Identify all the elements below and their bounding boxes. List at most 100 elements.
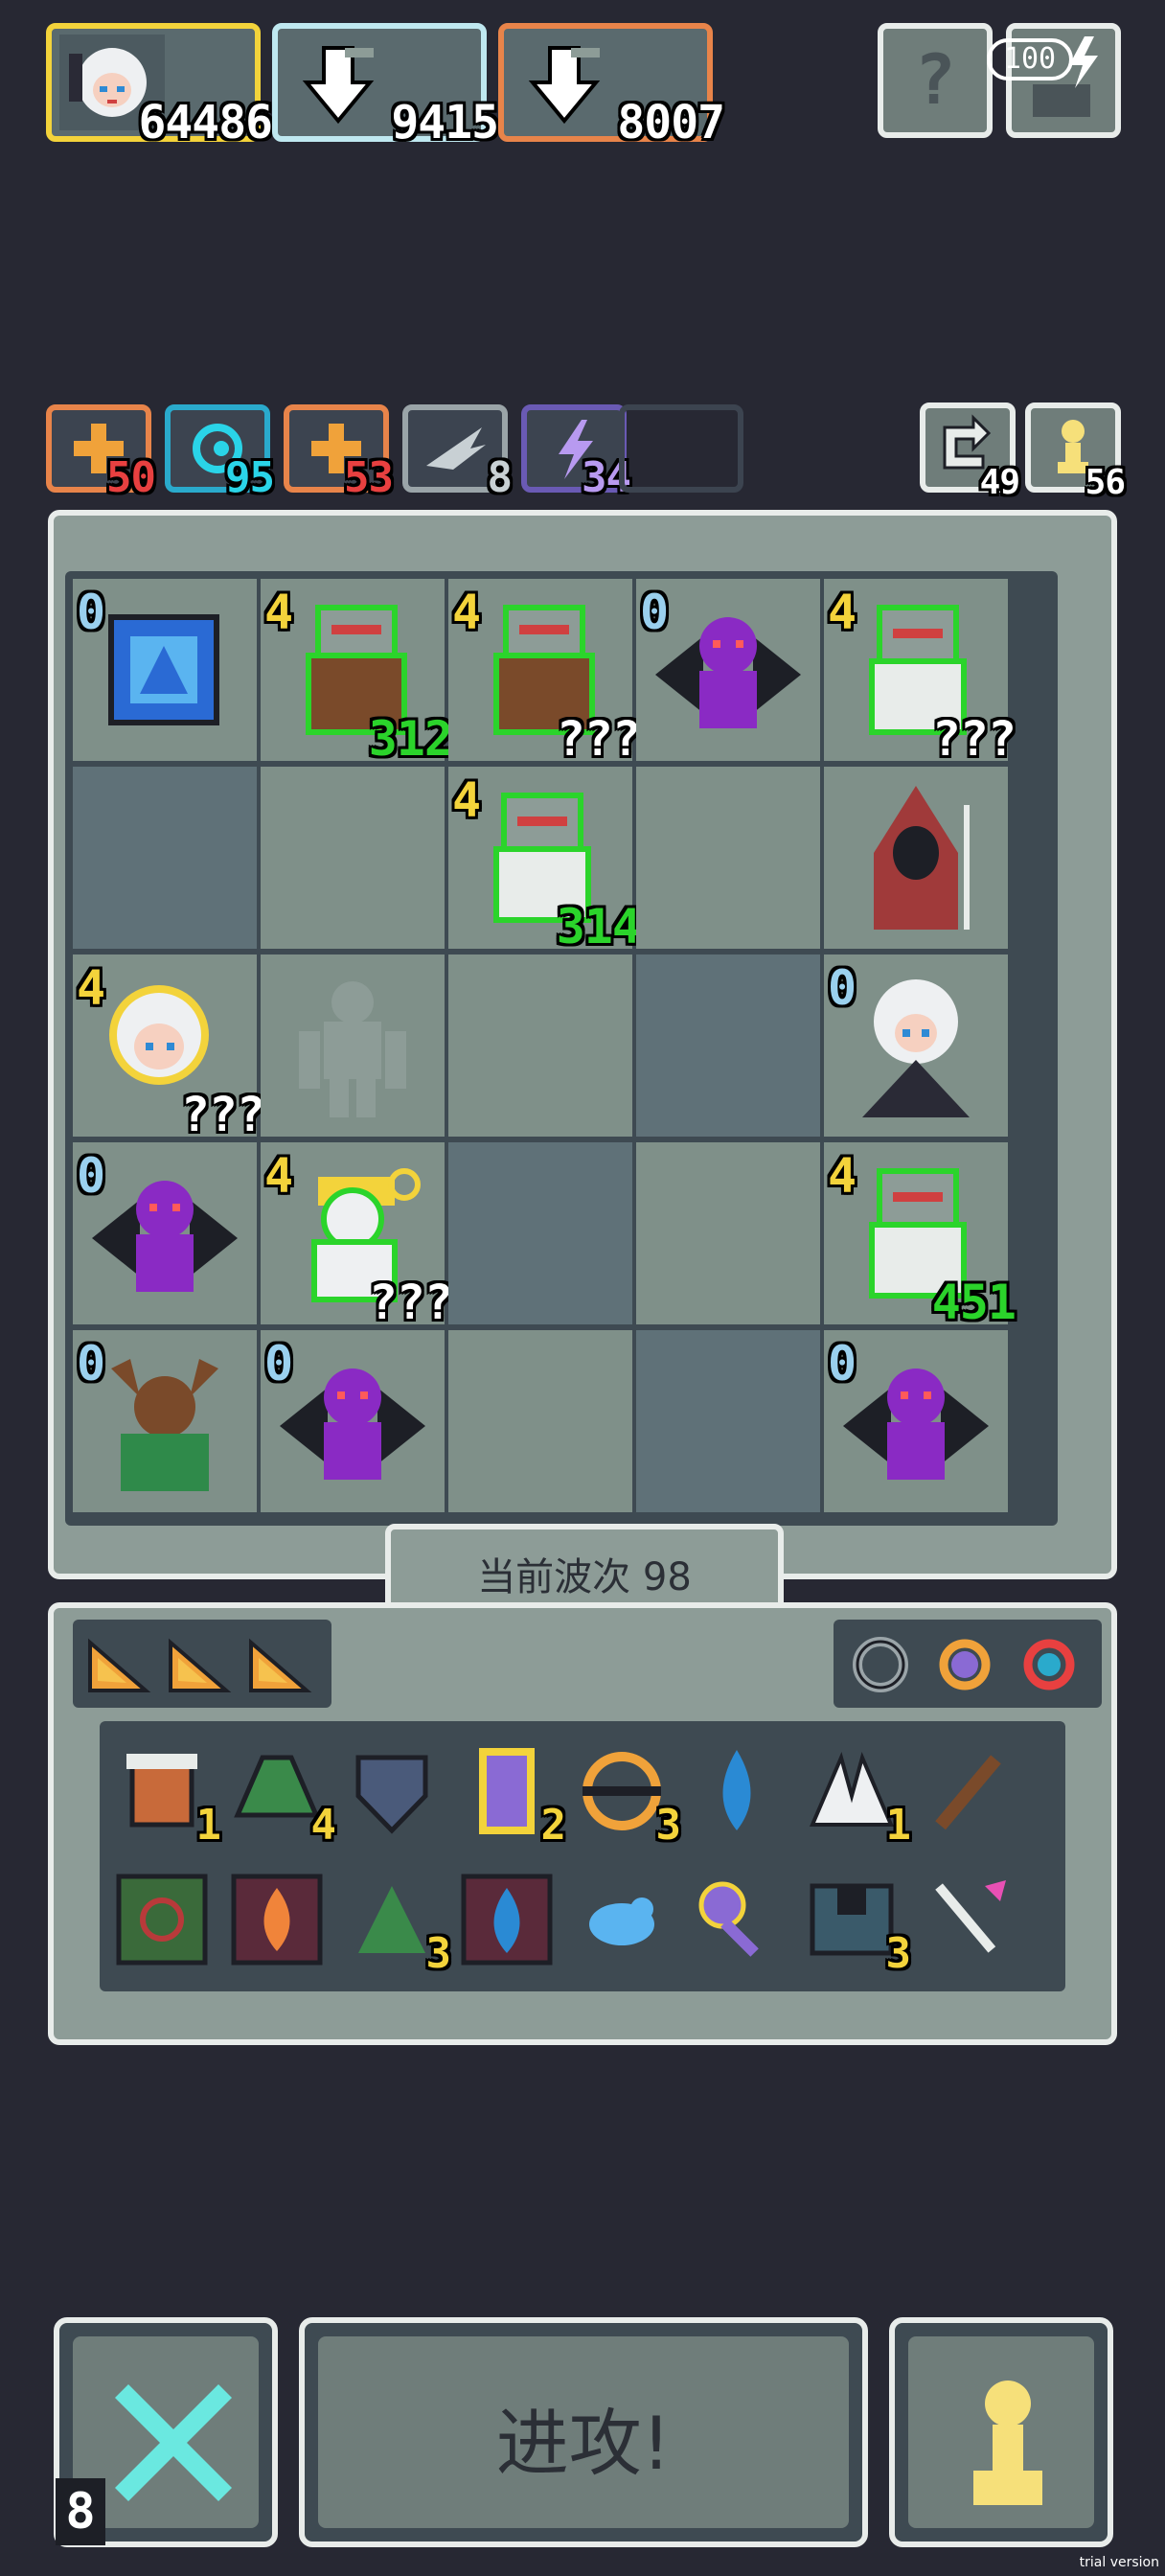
board-grid: 0 4 312 4??? 0 4??? 4 314 4??? 0 0 4??? 4 451 0 0 0 bbox=[65, 571, 1058, 1526]
lifebuoy-icon[interactable] bbox=[1017, 1633, 1081, 1696]
cancel-button[interactable]: 8 bbox=[54, 2317, 278, 2547]
board-cell-horned-beast[interactable]: 0 bbox=[73, 1330, 257, 1512]
water-drop-icon bbox=[722, 1750, 751, 1830]
inventory-item[interactable]: 3 bbox=[569, 1738, 681, 1850]
refresh-button[interactable]: 49 bbox=[920, 402, 1020, 502]
board-cell-empty[interactable] bbox=[636, 1330, 820, 1512]
energy-value: 100 bbox=[1003, 42, 1057, 76]
hero-card-2[interactable]: 9415 bbox=[272, 23, 499, 150]
unit-value: ??? bbox=[931, 711, 1017, 767]
cheese-icon[interactable] bbox=[165, 1633, 232, 1696]
unit-level: 4 bbox=[264, 1148, 293, 1204]
unit-level: 0 bbox=[264, 1336, 293, 1392]
board-cell-purple-dragon[interactable]: 0 bbox=[261, 1330, 445, 1512]
shield-icon bbox=[355, 1755, 428, 1834]
pawn-icon bbox=[973, 2380, 1042, 2505]
hero-card-1[interactable]: 64486 bbox=[46, 23, 273, 150]
board-cell-armored-knight[interactable]: 4 314 bbox=[448, 767, 641, 954]
element-slot[interactable]: 53 bbox=[284, 404, 394, 502]
arrow-icon bbox=[935, 1880, 1006, 1953]
inventory-item[interactable]: 1 bbox=[109, 1738, 221, 1850]
item-count: 3 bbox=[885, 1929, 911, 1978]
pawn-button-inner bbox=[908, 2336, 1094, 2528]
board-cell-empty[interactable] bbox=[636, 954, 820, 1137]
board-cell-purple-dragon[interactable]: 0 bbox=[73, 1142, 257, 1324]
attack-button[interactable]: 进攻! bbox=[299, 2317, 868, 2547]
board-cell-red-hooded-mage[interactable] bbox=[824, 767, 1008, 949]
board-cell-purple-dragon[interactable]: 0 bbox=[636, 579, 820, 761]
inventory-item[interactable] bbox=[569, 1867, 674, 1972]
unit-level: 4 bbox=[452, 585, 481, 640]
hero-card-3[interactable]: 8007 bbox=[498, 23, 725, 150]
element-slot[interactable]: 95 bbox=[165, 404, 275, 502]
pawn-counter[interactable]: 56 bbox=[1025, 402, 1126, 502]
board-cell-blue-crate[interactable]: 0 bbox=[73, 579, 257, 761]
cheese-icon[interactable] bbox=[245, 1633, 312, 1696]
board-cell-shield-knight[interactable]: 4 312 bbox=[261, 579, 453, 767]
red-hooded-mage-sprite bbox=[874, 786, 970, 930]
inventory-grid: 1 4 2 3 1 3 3 bbox=[100, 1721, 1065, 1991]
element-slot[interactable]: 50 bbox=[46, 404, 156, 502]
inventory-item[interactable]: 2 bbox=[454, 1738, 566, 1850]
board-cell-empty[interactable] bbox=[448, 1330, 632, 1512]
svg-text:?: ? bbox=[914, 39, 955, 120]
inventory-item[interactable] bbox=[914, 1867, 1019, 1972]
board-cell-purple-dragon[interactable]: 0 bbox=[824, 1330, 1008, 1512]
attack-label: 进攻! bbox=[495, 2401, 672, 2486]
element-slot[interactable]: 34 bbox=[521, 404, 631, 502]
board-cell-empty[interactable] bbox=[448, 954, 632, 1137]
inventory-item[interactable]: 3 bbox=[339, 1867, 451, 1978]
attack-button-inner: 进攻! bbox=[318, 2336, 849, 2528]
inventory-item[interactable] bbox=[914, 1738, 1019, 1844]
inventory-item[interactable]: 3 bbox=[799, 1867, 911, 1978]
purple-key-icon bbox=[698, 1881, 759, 1957]
help-button[interactable]: ? bbox=[878, 23, 993, 138]
board-cell-white-priest[interactable]: 4??? bbox=[261, 1142, 453, 1330]
board-cell-empty[interactable] bbox=[636, 767, 820, 949]
inventory-item[interactable] bbox=[684, 1867, 789, 1972]
down-arrow-icon bbox=[286, 34, 391, 130]
element-count: 53 bbox=[344, 453, 394, 502]
inventory-item[interactable] bbox=[109, 1867, 215, 1972]
cancel-count-badge: 8 bbox=[56, 2478, 105, 2545]
energy-pill: 100 bbox=[987, 38, 1073, 80]
stone-golem-sprite bbox=[299, 981, 406, 1117]
board-cell-armored-knight[interactable]: 4 451 bbox=[824, 1142, 1017, 1330]
gold-ring-icon[interactable] bbox=[933, 1633, 996, 1696]
green-tile-icon bbox=[116, 1874, 208, 1966]
inventory-item[interactable]: 1 bbox=[799, 1738, 911, 1850]
cancel-count: 8 bbox=[65, 2483, 96, 2541]
element-count: 8 bbox=[487, 453, 513, 502]
board-cell-stone-golem[interactable] bbox=[261, 954, 445, 1137]
refresh-count: 49 bbox=[979, 463, 1020, 502]
board-cell-empty[interactable] bbox=[448, 1142, 632, 1324]
board-cell-empty[interactable] bbox=[73, 767, 257, 949]
unit-level: 4 bbox=[452, 772, 481, 828]
board-cell-armored-knight[interactable]: 4??? bbox=[824, 579, 1017, 767]
cheese-icon[interactable] bbox=[84, 1633, 151, 1696]
inventory-item[interactable] bbox=[224, 1867, 330, 1972]
element-slot[interactable]: 8 bbox=[402, 404, 513, 502]
inventory-item[interactable]: 4 bbox=[224, 1738, 336, 1850]
unit-level: 0 bbox=[77, 585, 105, 640]
board-cell-empty[interactable] bbox=[261, 767, 445, 949]
trial-watermark: trial version bbox=[1079, 2555, 1159, 2570]
board-cell-shield-knight[interactable]: 4??? bbox=[448, 579, 641, 767]
element-count: 95 bbox=[225, 453, 275, 502]
pawn-count: 56 bbox=[1085, 463, 1126, 502]
inventory-item[interactable] bbox=[454, 1867, 560, 1972]
wave-label: 当前波次 98 bbox=[477, 1555, 692, 1599]
armor-ring-icon[interactable] bbox=[849, 1633, 912, 1696]
board-cell-white-hair-girl[interactable]: 4??? bbox=[73, 954, 265, 1142]
inventory-tab-strip bbox=[73, 1620, 331, 1708]
unit-level: 0 bbox=[828, 960, 857, 1016]
inventory-item[interactable] bbox=[339, 1738, 445, 1844]
inventory-item[interactable] bbox=[684, 1738, 789, 1844]
stick-icon bbox=[935, 1755, 1001, 1830]
pawn-button[interactable] bbox=[889, 2317, 1113, 2547]
board-cell-empty[interactable] bbox=[636, 1142, 820, 1324]
unit-level: 4 bbox=[828, 1148, 857, 1204]
fire-tile-icon bbox=[231, 1874, 323, 1966]
board-cell-white-hair-witch[interactable]: 0 bbox=[824, 954, 1008, 1137]
unit-value: ??? bbox=[368, 1275, 453, 1330]
